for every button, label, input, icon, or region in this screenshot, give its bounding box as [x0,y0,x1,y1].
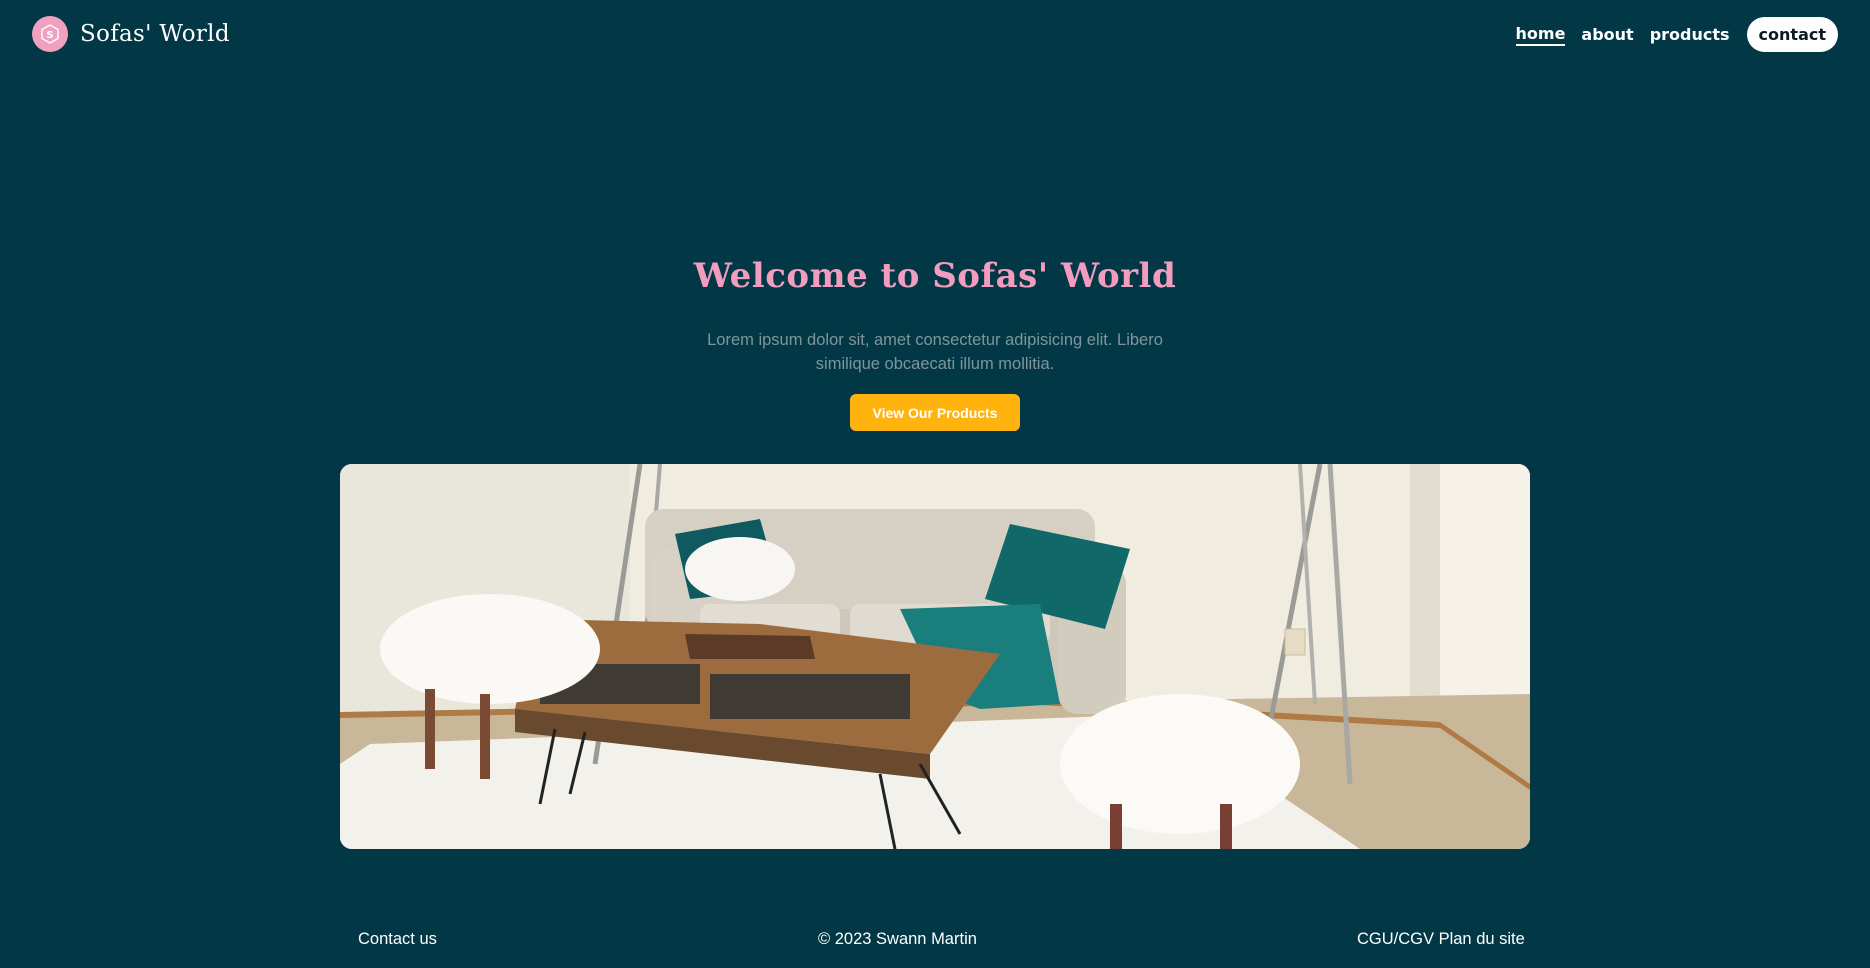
living-room-sofa-image [340,464,1530,849]
nav-home-link[interactable]: home [1515,24,1566,46]
main-nav: home about products contact [1500,17,1838,52]
s-logo-icon: S [32,16,68,52]
brand-name: Sofas' World [80,21,230,47]
nav-about-link[interactable]: about [1581,25,1633,45]
hero-title: Welcome to Sofas' World [693,256,1177,296]
svg-text:S: S [46,30,53,41]
site-footer: Contact us © 2023 Swann Martin CGU/CGV P… [0,928,1870,952]
footer-legal-link[interactable]: CGU/CGV Plan du site [1357,930,1525,949]
view-products-button[interactable]: View Our Products [850,394,1020,431]
site-header: S Sofas' World home about products conta… [0,0,1870,68]
nav-products-link[interactable]: products [1650,25,1730,45]
brand[interactable]: S Sofas' World [32,16,230,52]
hero-subtitle: Lorem ipsum dolor sit, amet consectetur … [707,331,1163,373]
footer-contact-link[interactable]: Contact us [358,930,437,949]
footer-copyright: © 2023 Swann Martin [818,930,977,948]
nav-contact-button[interactable]: contact [1746,17,1838,52]
